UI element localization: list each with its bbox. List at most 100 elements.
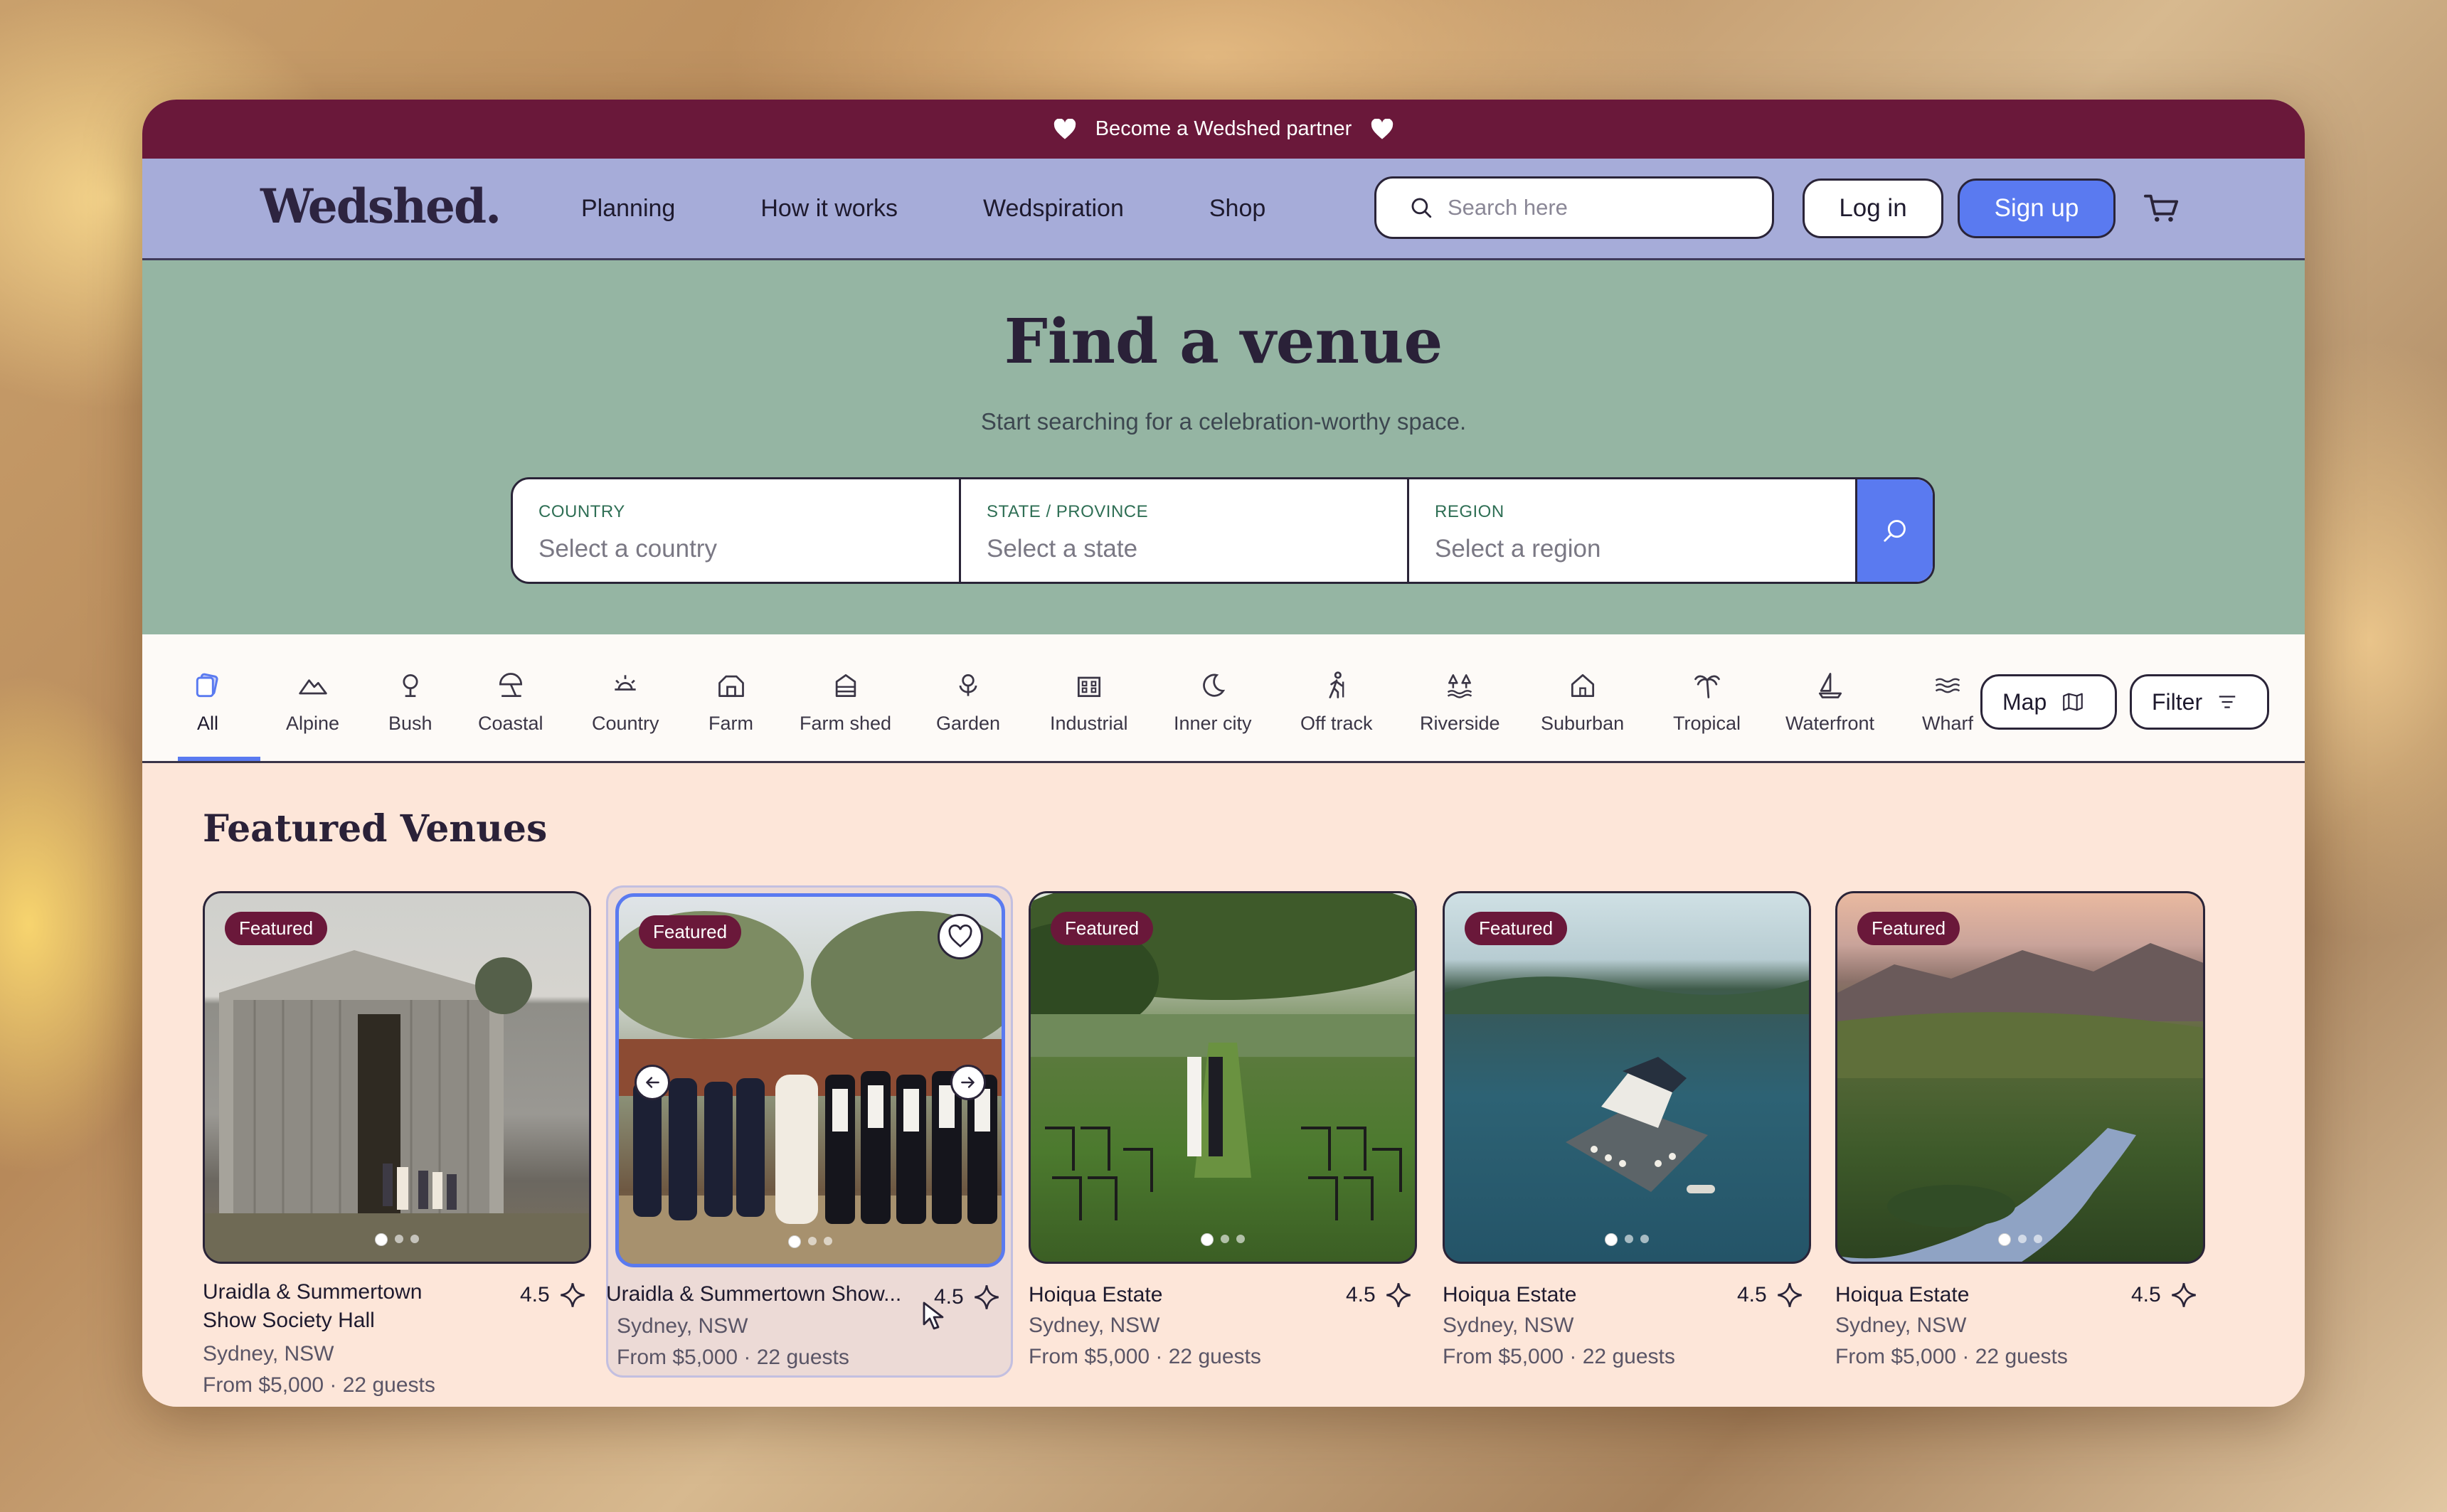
barn-icon (718, 675, 744, 698)
category-label: Waterfront (1785, 713, 1875, 734)
filter-button[interactable]: Filter (2130, 674, 2269, 730)
carousel-dot[interactable] (1221, 1235, 1229, 1243)
category-bush[interactable]: Bush (388, 670, 432, 735)
category-country[interactable]: Country (592, 670, 659, 735)
map-button[interactable]: Map (1980, 674, 2117, 730)
map-label: Map (2002, 688, 2047, 715)
category-label: Industrial (1050, 713, 1128, 734)
category-tropical[interactable]: Tropical (1673, 670, 1741, 735)
venue-photo[interactable]: Featured (615, 893, 1005, 1267)
cart-icon[interactable] (2144, 193, 2180, 224)
venue-name[interactable]: Hoiqua Estate (1835, 1281, 1969, 1309)
state-value[interactable]: Select a state (987, 535, 1407, 563)
venue-rating: 4.5 (520, 1281, 587, 1309)
venue-card[interactable]: Featured Hoiqua Estate 4.5 Sydney, NSW F… (1029, 891, 1417, 1389)
search-input[interactable] (1446, 194, 1762, 221)
venue-photo[interactable]: Featured (1835, 891, 2205, 1264)
carousel-dot[interactable] (375, 1233, 388, 1246)
carousel-dot[interactable] (2018, 1235, 2027, 1243)
carousel-dot[interactable] (808, 1237, 817, 1245)
carousel-dot[interactable] (1236, 1235, 1245, 1243)
rating-value: 4.5 (2131, 1283, 2161, 1306)
venue-price: From $5,000 · 22 guests (1443, 1345, 1675, 1368)
category-off-track[interactable]: Off track (1300, 670, 1373, 735)
venue-price: From $5,000 · 22 guests (617, 1346, 849, 1369)
venue-card[interactable]: Featured Hoiqua Estate 4.5 Sydney, NSW F… (1443, 891, 1811, 1389)
carousel-dot[interactable] (1998, 1233, 2011, 1246)
venue-price: From $5,000 · 22 guests (1029, 1345, 1261, 1368)
region-value[interactable]: Select a region (1435, 535, 1855, 563)
region-select[interactable]: REGION Select a region (1409, 479, 1857, 582)
category-wharf[interactable]: Wharf (1922, 670, 1973, 735)
category-industrial[interactable]: Industrial (1050, 670, 1128, 735)
region-label: REGION (1435, 502, 1504, 521)
carousel-prev-button[interactable] (635, 1065, 670, 1100)
carousel-dot[interactable] (1625, 1235, 1633, 1243)
country-select[interactable]: COUNTRY Select a country (513, 479, 961, 582)
wedshed-logo[interactable]: Wedshed. (260, 179, 501, 234)
category-riverside[interactable]: Riverside (1420, 670, 1500, 735)
venue-photo[interactable]: Featured (1029, 891, 1417, 1264)
signup-button[interactable]: Sign up (1958, 179, 2116, 238)
category-coastal[interactable]: Coastal (478, 670, 543, 735)
venue-search-bar: COUNTRY Select a country STATE / PROVINC… (511, 477, 1935, 584)
venue-name[interactable]: Uraidla & Summertown Show Society Hall (203, 1278, 422, 1335)
category-suburban[interactable]: Suburban (1541, 670, 1624, 735)
carousel-dot[interactable] (1201, 1233, 1214, 1246)
category-waterfront[interactable]: Waterfront (1785, 670, 1874, 735)
mouse-cursor-icon (923, 1301, 944, 1330)
category-farm[interactable]: Farm (708, 670, 753, 735)
venue-price: From $5,000 · 22 guests (203, 1373, 435, 1397)
site-search[interactable] (1374, 176, 1774, 239)
venue-name[interactable]: Uraidla & Summertown Show... (606, 1280, 912, 1309)
heart-outline-icon (948, 925, 972, 948)
state-label: STATE / PROVINCE (987, 502, 1149, 521)
carousel-dot[interactable] (395, 1235, 403, 1243)
moon-icon (1202, 674, 1225, 697)
site-header: Wedshed. Planning How it works Wedspirat… (142, 159, 2305, 260)
carousel-dot[interactable] (410, 1235, 419, 1243)
venue-rating: 4.5 (1737, 1281, 1804, 1309)
carousel-dot[interactable] (2034, 1235, 2042, 1243)
venue-photo[interactable]: Featured (203, 891, 591, 1264)
carousel-dot[interactable] (1605, 1233, 1618, 1246)
category-label: Coastal (478, 713, 543, 734)
partner-banner-text[interactable]: Become a Wedshed partner (1095, 117, 1352, 141)
favorite-button[interactable] (938, 914, 983, 959)
venue-photo[interactable]: Featured (1443, 891, 1811, 1264)
sparkle-star-icon (1777, 1283, 1802, 1307)
carousel-dots (619, 1235, 1002, 1248)
category-label: Off track (1300, 713, 1373, 734)
hero-section: Find a venue Start searching for a celeb… (142, 260, 2305, 634)
category-farm-shed[interactable]: Farm shed (800, 670, 891, 735)
category-garden[interactable]: Garden (936, 670, 1000, 735)
shed-icon (835, 674, 856, 698)
venue-card[interactable]: Featured Hoiqua Estate 4.5 Sydney, NSW F… (1835, 891, 2205, 1389)
nav-shop[interactable]: Shop (1209, 195, 1265, 223)
state-select[interactable]: STATE / PROVINCE Select a state (961, 479, 1409, 582)
category-inner-city[interactable]: Inner city (1174, 670, 1252, 735)
houseboat-photo-art (1445, 976, 1809, 1193)
carousel-dot[interactable] (788, 1235, 801, 1248)
carousel-dot[interactable] (1640, 1235, 1649, 1243)
venue-search-button[interactable] (1857, 479, 1933, 582)
venue-name[interactable]: Hoiqua Estate (1443, 1281, 1576, 1309)
carousel-dot[interactable] (824, 1237, 832, 1245)
category-alpine[interactable]: Alpine (286, 670, 339, 735)
category-label: Inner city (1174, 713, 1252, 734)
category-label: Farm (708, 713, 753, 734)
carousel-next-button[interactable] (950, 1065, 986, 1100)
country-value[interactable]: Select a country (538, 535, 959, 563)
partner-banner[interactable]: Become a Wedshed partner (142, 100, 2305, 159)
heart-icon (1053, 118, 1076, 139)
venue-card[interactable]: Featured Uraidla & Summertown Show Societ… (203, 891, 591, 1397)
venue-card-hovered[interactable]: Featured Uraidla & Summertown Show... 4.… (606, 885, 1013, 1378)
venue-name[interactable]: Hoiqua Estate (1029, 1281, 1162, 1309)
nav-how-it-works[interactable]: How it works (760, 195, 898, 223)
filter-label: Filter (2152, 688, 2203, 715)
login-button[interactable]: Log in (1803, 179, 1943, 238)
nav-wedspiration[interactable]: Wedspiration (983, 195, 1124, 223)
featured-venues-section: Featured Venues Featured Uraidla & Summe… (142, 763, 2305, 1407)
category-all[interactable]: All (192, 670, 223, 735)
nav-planning[interactable]: Planning (581, 195, 675, 223)
